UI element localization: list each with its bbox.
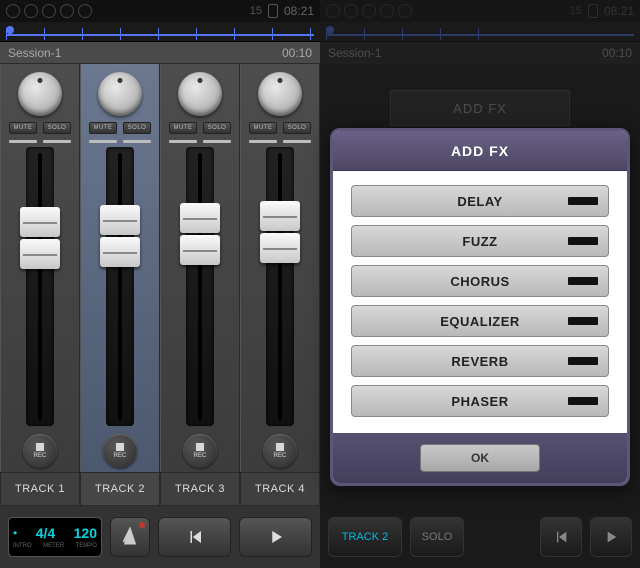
mute-button[interactable]: MUTE [9,122,37,134]
fx-option[interactable]: REVERB [351,345,609,377]
fx-option[interactable]: PHASER [351,385,609,417]
track-labels: TRACK 1TRACK 2TRACK 3TRACK 4 [0,472,320,506]
pan-knob[interactable] [18,72,62,116]
channel-strip[interactable]: MUTE SOLO REC [0,64,80,472]
fx-label: REVERB [451,354,508,369]
rewind-button[interactable] [158,517,231,557]
track-label[interactable]: TRACK 2 [80,472,160,506]
fader-handle[interactable] [100,205,140,235]
record-button[interactable]: REC [103,434,137,468]
record-button[interactable]: REC [263,434,297,468]
fx-screen: 15 08:21 Session-1 00:10 ADD FX TRACK 2 … [320,0,640,568]
fx-option[interactable]: FUZZ [351,225,609,257]
fx-option[interactable]: CHORUS [351,265,609,297]
transport-bar: TRACK 2 SOLO [320,506,640,568]
rewind-button[interactable] [540,517,582,557]
status-icon [42,4,56,18]
play-icon [603,529,619,545]
fx-label: DELAY [457,194,502,209]
fader-handle[interactable] [260,233,300,263]
solo-button[interactable]: SOLO [123,122,151,134]
clock: 08:21 [284,4,314,18]
fx-slider-icon [568,317,598,325]
fx-label: PHASER [451,394,508,409]
solo-button[interactable]: SOLO [410,517,464,557]
track-selector[interactable]: TRACK 2 [328,517,402,557]
status-icon [24,4,38,18]
skip-back-icon [186,528,204,546]
fx-slider-icon [568,197,598,205]
tempo-sublabel: METER [43,543,64,549]
session-time: 00:10 [282,46,312,60]
mute-button[interactable]: MUTE [89,122,117,134]
fader-handle[interactable] [20,239,60,269]
play-icon [267,528,285,546]
solo-button[interactable]: SOLO [43,122,71,134]
ok-button[interactable]: OK [420,444,540,472]
session-header: Session-1 00:10 [0,42,320,64]
fx-slider-icon [568,237,598,245]
play-button[interactable] [239,517,312,557]
pan-knob[interactable] [258,72,302,116]
mixer: MUTE SOLO REC MUTE SOLO REC MUTE SOLO [0,64,320,472]
fx-option[interactable]: EQUALIZER [351,305,609,337]
battery-icon [268,4,278,18]
tempo-sublabel: INTRO [13,543,32,549]
metronome-icon [120,527,140,547]
track-label[interactable]: TRACK 3 [160,472,240,506]
battery-level: 15 [250,5,262,17]
record-button[interactable]: REC [23,434,57,468]
fx-label: CHORUS [450,274,509,289]
fader-handle[interactable] [20,207,60,237]
channel-strip[interactable]: MUTE SOLO REC [240,64,320,472]
status-bar: 15 08:21 [0,0,320,22]
status-icon [78,4,92,18]
tempo-box[interactable]: • 4/4 120 INTRO METER TEMPO [8,517,102,557]
mute-button[interactable]: MUTE [249,122,277,134]
fx-slider-icon [568,357,598,365]
fx-option[interactable]: DELAY [351,185,609,217]
tempo-sublabel: TEMPO [76,543,97,549]
fader-handle[interactable] [100,237,140,267]
bpm: 120 [74,525,97,541]
modal-title: ADD FX [333,131,627,171]
add-fx-button: ADD FX [390,90,570,126]
add-fx-modal: ADD FX DELAY FUZZ CHORUS EQUALIZER REVERB PHA… [330,128,630,486]
fader[interactable] [26,147,54,426]
transport: • 4/4 120 INTRO METER TEMPO [0,506,320,568]
pan-knob[interactable] [178,72,222,116]
solo-button[interactable]: SOLO [283,122,311,134]
play-button[interactable] [590,517,632,557]
track-label[interactable]: TRACK 4 [240,472,320,506]
fader-handle[interactable] [180,235,220,265]
fader[interactable] [266,147,294,426]
session-name: Session-1 [8,46,61,60]
time-signature: 4/4 [36,525,55,541]
channel-strip[interactable]: MUTE SOLO REC [80,64,160,472]
skip-back-icon [553,529,569,545]
status-icon [6,4,20,18]
metronome-button[interactable] [110,517,150,557]
fx-slider-icon [568,397,598,405]
playhead-icon[interactable] [6,26,14,34]
pan-knob[interactable] [98,72,142,116]
solo-button[interactable]: SOLO [203,122,231,134]
track-label[interactable]: TRACK 1 [0,472,80,506]
channel-strip[interactable]: MUTE SOLO REC [160,64,240,472]
fx-slider-icon [568,277,598,285]
fader-handle[interactable] [180,203,220,233]
fader[interactable] [106,147,134,426]
status-icon [60,4,74,18]
record-button[interactable]: REC [183,434,217,468]
fx-label: FUZZ [462,234,497,249]
mute-button[interactable]: MUTE [169,122,197,134]
fader-handle[interactable] [260,201,300,231]
timeline[interactable] [0,22,320,42]
fx-label: EQUALIZER [440,314,520,329]
mixer-screen: 15 08:21 Session-1 00:10 MUTE SOLO REC [0,0,320,568]
fader[interactable] [186,147,214,426]
